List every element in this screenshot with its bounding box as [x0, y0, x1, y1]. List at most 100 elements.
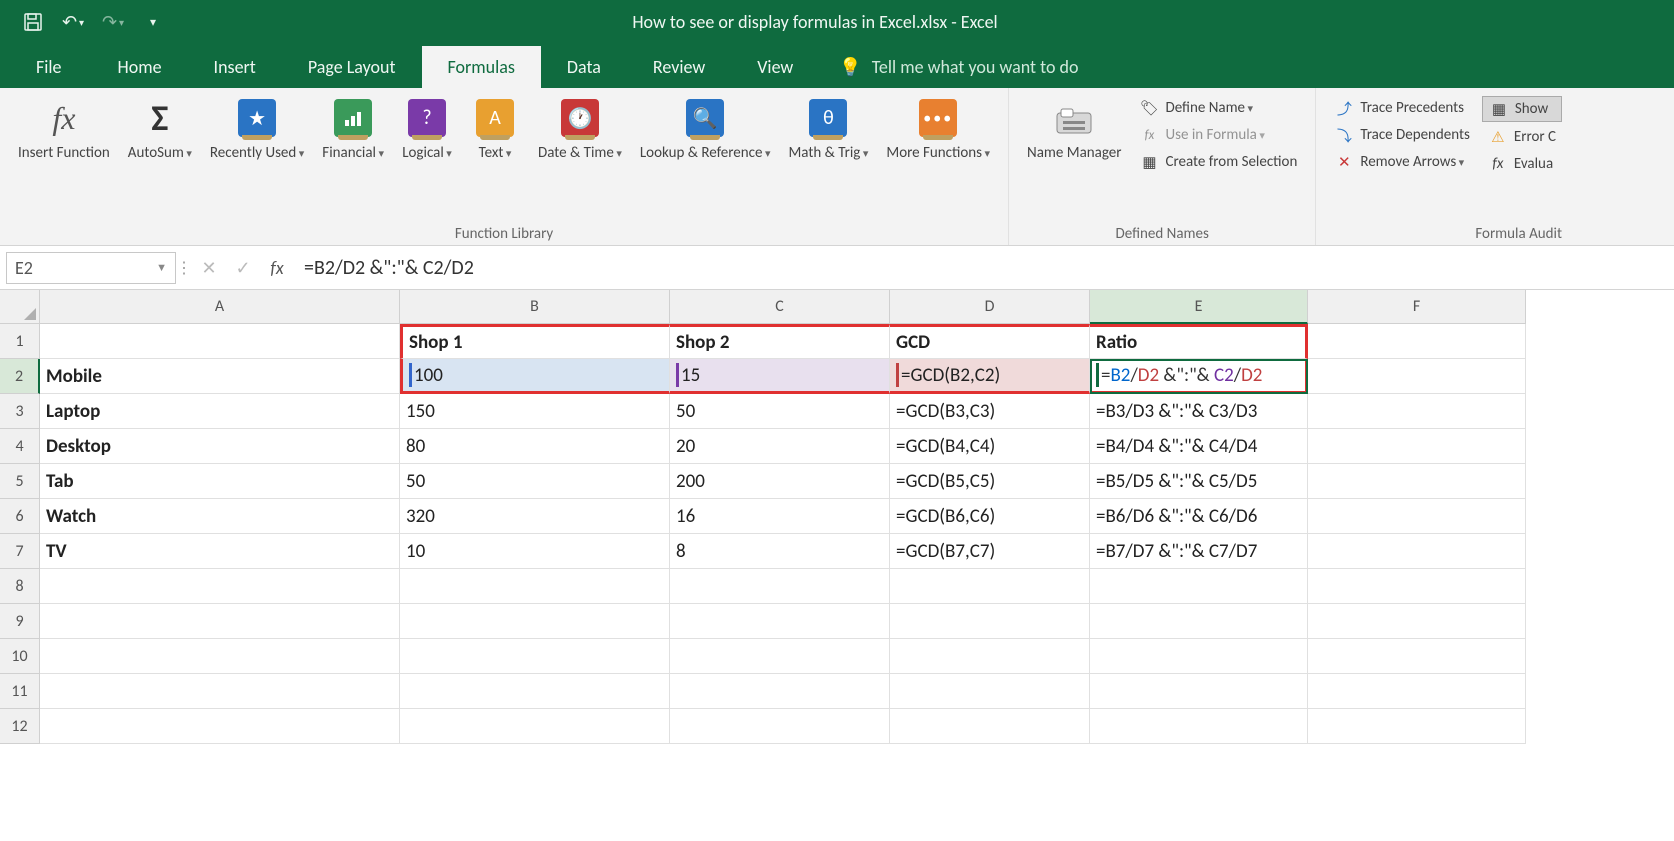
tab-file[interactable]: File — [20, 46, 92, 88]
cell-B8[interactable] — [400, 569, 670, 604]
cell-F1[interactable] — [1308, 324, 1526, 359]
row-header-3[interactable]: 3 — [0, 394, 40, 429]
cell-D12[interactable] — [890, 709, 1090, 744]
cell-F10[interactable] — [1308, 639, 1526, 674]
row-header-2[interactable]: 2 — [0, 359, 40, 394]
undo-icon[interactable]: ↶▾ — [60, 9, 86, 35]
cell-C7[interactable]: 8 — [670, 534, 890, 569]
cell-C3[interactable]: 50 — [670, 394, 890, 429]
more-functions-button[interactable]: ••• More Functions — [880, 94, 996, 164]
cell-B6[interactable]: 320 — [400, 499, 670, 534]
cell-F5[interactable] — [1308, 464, 1526, 499]
cell-C10[interactable] — [670, 639, 890, 674]
cell-E6[interactable]: =B6/D6 &":"& C6/D6 — [1090, 499, 1308, 534]
row-header-5[interactable]: 5 — [0, 464, 40, 499]
row-header-1[interactable]: 1 — [0, 324, 40, 359]
cell-F11[interactable] — [1308, 674, 1526, 709]
cell-F2[interactable] — [1308, 359, 1526, 394]
autosum-button[interactable]: Σ AutoSum — [122, 94, 198, 164]
cell-E11[interactable] — [1090, 674, 1308, 709]
cell-E5[interactable]: =B5/D5 &":"& C5/D5 — [1090, 464, 1308, 499]
tab-formulas[interactable]: Formulas — [422, 46, 541, 88]
cell-A2[interactable]: Mobile — [40, 359, 400, 394]
row-header-4[interactable]: 4 — [0, 429, 40, 464]
insert-function-button[interactable]: fx Insert Function — [12, 94, 116, 164]
cell-C9[interactable] — [670, 604, 890, 639]
cell-C4[interactable]: 20 — [670, 429, 890, 464]
cell-D8[interactable] — [890, 569, 1090, 604]
cell-E7[interactable]: =B7/D7 &":"& C7/D7 — [1090, 534, 1308, 569]
row-header-7[interactable]: 7 — [0, 534, 40, 569]
name-manager-button[interactable]: Name Manager — [1021, 94, 1127, 164]
create-from-selection-button[interactable]: ▦Create from Selection — [1133, 150, 1303, 174]
cell-C6[interactable]: 16 — [670, 499, 890, 534]
cell-B4[interactable]: 80 — [400, 429, 670, 464]
cell-D1[interactable]: GCD — [890, 324, 1090, 359]
row-header-12[interactable]: 12 — [0, 709, 40, 744]
cell-B7[interactable]: 10 — [400, 534, 670, 569]
cell-C12[interactable] — [670, 709, 890, 744]
lookup-button[interactable]: 🔍 Lookup & Reference — [634, 94, 777, 164]
cell-B1[interactable]: Shop 1 — [400, 324, 670, 359]
error-checking-button[interactable]: ⚠Error C — [1482, 125, 1562, 149]
cell-E12[interactable] — [1090, 709, 1308, 744]
column-header-B[interactable]: B — [400, 290, 670, 324]
financial-button[interactable]: Financial — [316, 94, 390, 164]
cell-A12[interactable] — [40, 709, 400, 744]
tab-view[interactable]: View — [731, 46, 819, 88]
cell-C8[interactable] — [670, 569, 890, 604]
cell-F8[interactable] — [1308, 569, 1526, 604]
cell-F12[interactable] — [1308, 709, 1526, 744]
tab-review[interactable]: Review — [627, 46, 731, 88]
recently-used-button[interactable]: ★ Recently Used — [204, 94, 310, 164]
cell-E2[interactable]: =B2/D2 &":"& C2/D2 — [1090, 359, 1308, 394]
cell-E10[interactable] — [1090, 639, 1308, 674]
column-header-E[interactable]: E — [1090, 290, 1308, 324]
cell-F7[interactable] — [1308, 534, 1526, 569]
trace-precedents-button[interactable]: ⤴Trace Precedents — [1328, 96, 1476, 120]
formula-input[interactable]: =B2/D2 &":"& C2/D2 — [294, 256, 1674, 280]
worksheet-grid[interactable]: 123456789101112 ABCDEF Shop 1Shop 2GCDRa… — [0, 290, 1674, 744]
cell-E3[interactable]: =B3/D3 &":"& C3/D3 — [1090, 394, 1308, 429]
chevron-down-icon[interactable]: ▼ — [156, 261, 167, 274]
cell-F9[interactable] — [1308, 604, 1526, 639]
column-header-A[interactable]: A — [40, 290, 400, 324]
column-header-C[interactable]: C — [670, 290, 890, 324]
save-icon[interactable] — [20, 9, 46, 35]
cell-D6[interactable]: =GCD(B6,C6) — [890, 499, 1090, 534]
define-name-button[interactable]: 🏷Define Name — [1133, 96, 1303, 120]
cell-D4[interactable]: =GCD(B4,C4) — [890, 429, 1090, 464]
cell-A7[interactable]: TV — [40, 534, 400, 569]
cell-D2[interactable]: =GCD(B2,C2) — [890, 359, 1090, 394]
enter-formula-button[interactable]: ✓ — [226, 252, 260, 284]
row-header-11[interactable]: 11 — [0, 674, 40, 709]
cell-A4[interactable]: Desktop — [40, 429, 400, 464]
cell-D11[interactable] — [890, 674, 1090, 709]
cell-A3[interactable]: Laptop — [40, 394, 400, 429]
cell-F3[interactable] — [1308, 394, 1526, 429]
cell-F6[interactable] — [1308, 499, 1526, 534]
cell-B12[interactable] — [400, 709, 670, 744]
evaluate-formula-button[interactable]: fxEvalua — [1482, 152, 1562, 176]
select-all-corner[interactable] — [0, 290, 40, 324]
cell-D5[interactable]: =GCD(B5,C5) — [890, 464, 1090, 499]
cell-C2[interactable]: 15 — [670, 359, 890, 394]
cell-A11[interactable] — [40, 674, 400, 709]
cell-E9[interactable] — [1090, 604, 1308, 639]
cancel-formula-button[interactable]: ✕ — [192, 252, 226, 284]
text-button[interactable]: A Text — [464, 94, 526, 164]
customize-qat-icon[interactable]: ▾ — [140, 9, 166, 35]
cell-D7[interactable]: =GCD(B7,C7) — [890, 534, 1090, 569]
row-header-9[interactable]: 9 — [0, 604, 40, 639]
cell-D9[interactable] — [890, 604, 1090, 639]
cell-B11[interactable] — [400, 674, 670, 709]
row-header-10[interactable]: 10 — [0, 639, 40, 674]
cell-C11[interactable] — [670, 674, 890, 709]
tab-home[interactable]: Home — [92, 46, 188, 88]
tell-me-search[interactable]: 💡Tell me what you want to do — [819, 46, 1098, 88]
cell-B5[interactable]: 50 — [400, 464, 670, 499]
cell-C5[interactable]: 200 — [670, 464, 890, 499]
cell-B3[interactable]: 150 — [400, 394, 670, 429]
cell-B9[interactable] — [400, 604, 670, 639]
cell-A6[interactable]: Watch — [40, 499, 400, 534]
